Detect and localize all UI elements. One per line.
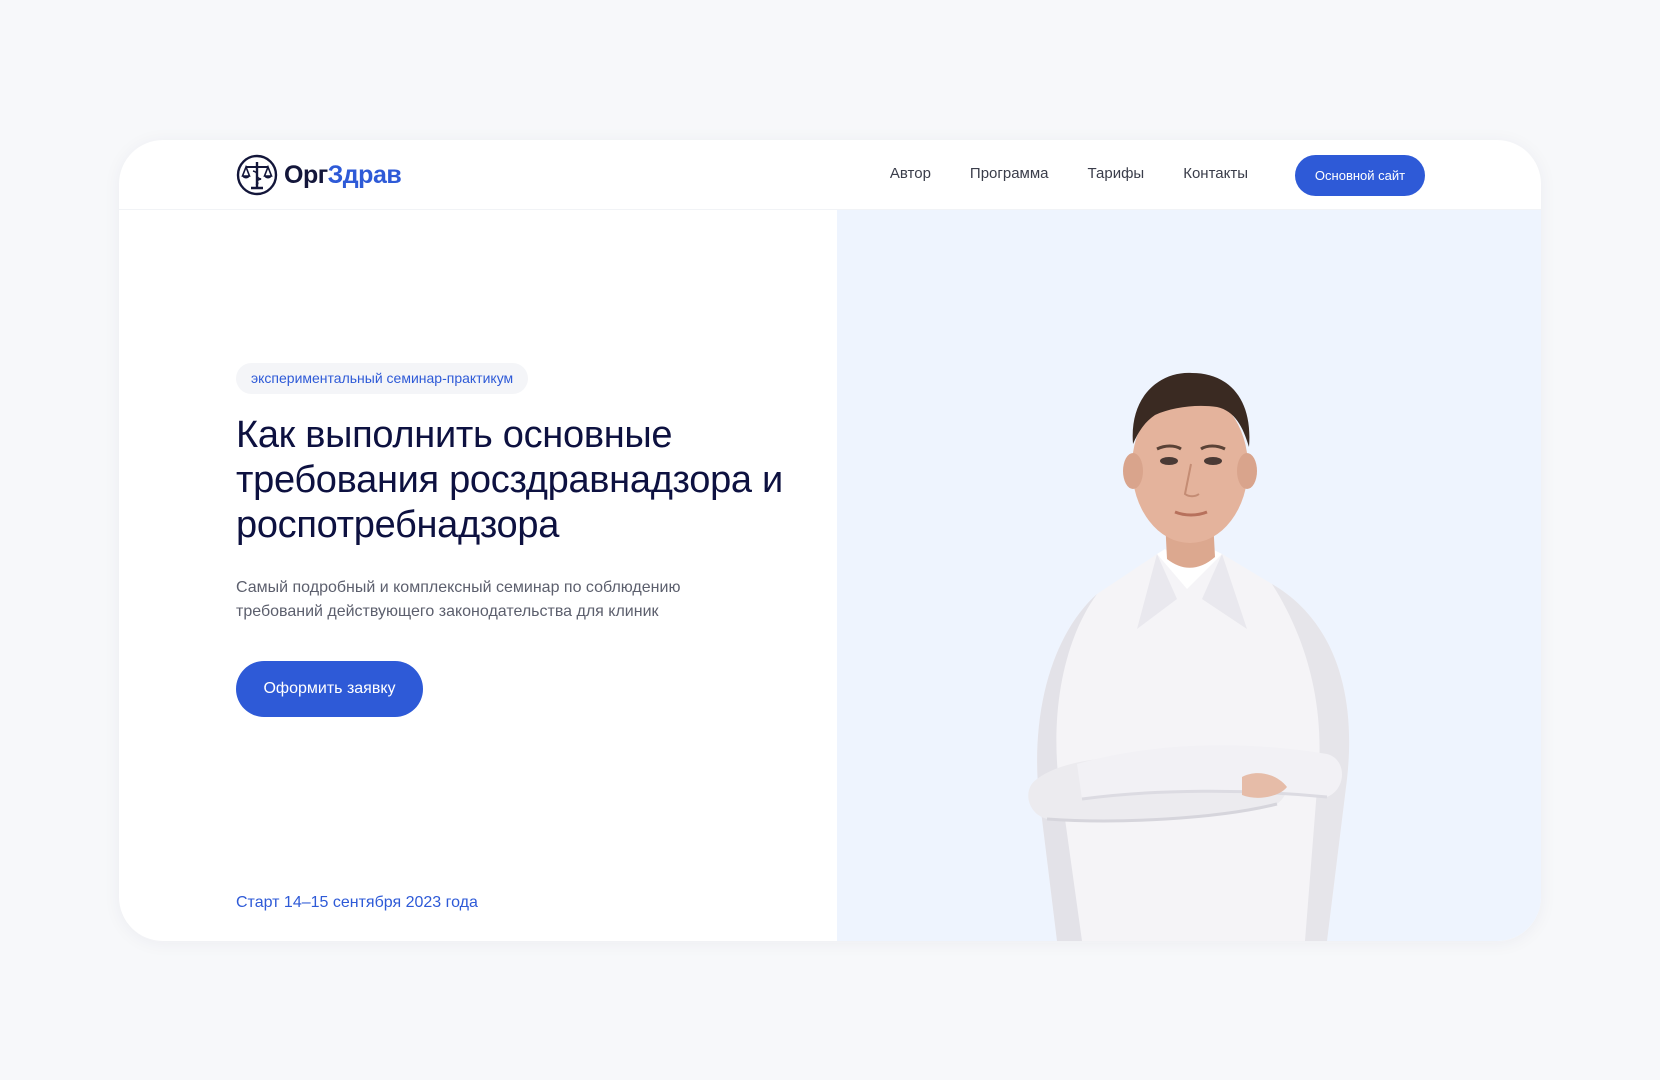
start-date: Старт 14–15 сентября 2023 года [236,894,478,911]
logo-text-part2: Здрав [327,160,402,189]
logo[interactable]: ОргЗдрав [236,154,402,196]
hero-card: ОргЗдрав Автор Программа Тарифы Контакты… [119,140,1541,941]
scales-emblem-icon [236,154,278,196]
seminar-type-badge: экспериментальный семинар-практикум [236,363,529,394]
nav-link-contacts[interactable]: Контакты [1183,164,1248,184]
speaker-photo [1028,372,1350,941]
logo-text-part1: Орг [284,160,328,189]
site-header: ОргЗдрав Автор Программа Тарифы Контакты… [119,140,1541,210]
nav-link-program[interactable]: Программа [970,164,1049,184]
speaker-photo-panel [837,210,1541,941]
submit-application-button[interactable]: Оформить заявку [236,661,423,717]
nav-link-pricing[interactable]: Тарифы [1088,164,1145,184]
logo-text: ОргЗдрав [284,160,402,190]
nav-link-author[interactable]: Автор [890,164,931,184]
hero-subtitle: Самый подробный и комплексный семинар по… [236,579,681,620]
hero-title: Как выполнить основные требования росздр… [236,414,783,546]
main-site-button[interactable]: Основной сайт [1295,155,1425,196]
main-nav: Автор Программа Тарифы Контакты [890,164,1248,184]
